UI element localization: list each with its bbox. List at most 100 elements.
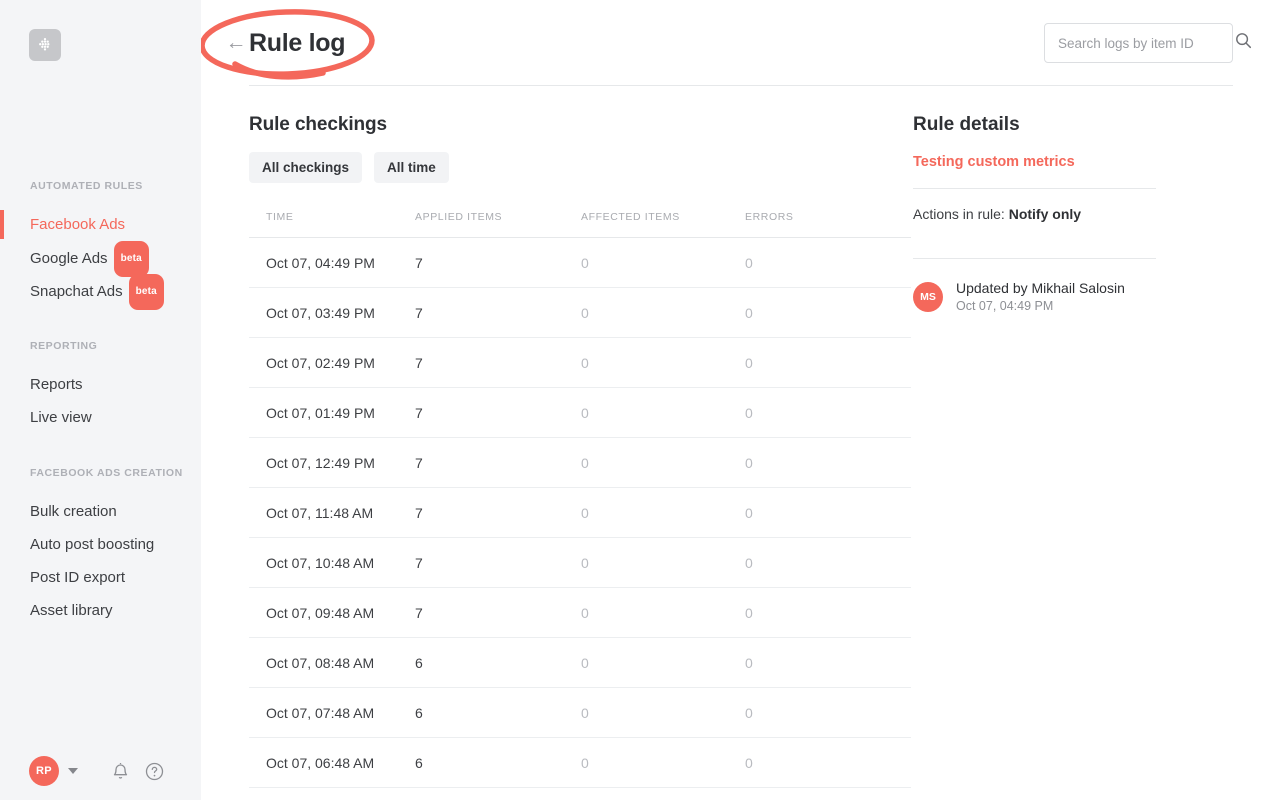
cell-applied-items: 7 <box>415 588 581 638</box>
cell-time: Oct 07, 04:49 PM <box>249 238 415 288</box>
beta-badge: beta <box>129 274 164 310</box>
sidebar-section-title-facebook-ads-creation: FACEBOOK ADS CREATION <box>0 467 201 479</box>
sidebar-item-label: Reports <box>30 376 83 393</box>
cell-applied-items: 7 <box>415 338 581 388</box>
cell-affected-items: 0 <box>581 388 745 438</box>
cell-applied-items: 7 <box>415 538 581 588</box>
sidebar-item-label: Asset library <box>30 602 113 619</box>
table-row[interactable]: Oct 07, 09:48 AM700 <box>249 588 911 638</box>
sidebar-item-live-view[interactable]: Live view <box>0 401 201 434</box>
updated-by-row: MS Updated by Mikhail Salosin Oct 07, 04… <box>913 259 1223 315</box>
table-row[interactable]: Oct 07, 06:48 AM600 <box>249 738 911 788</box>
actions-in-rule-row: Actions in rule: Notify only <box>913 189 1223 240</box>
table-row[interactable]: Oct 07, 07:48 AM600 <box>249 688 911 738</box>
cell-applied-items: 7 <box>415 488 581 538</box>
sidebar-item-google-ads[interactable]: Google Adsbeta <box>0 241 201 274</box>
search-input[interactable] <box>1058 36 1235 51</box>
main-area: ← Rule log Rule checkings All checkings <box>201 0 1280 800</box>
rule-details-title: Rule details <box>913 114 1223 136</box>
cell-applied-items: 7 <box>415 438 581 488</box>
sidebar-group-reporting: REPORTING Reports Live view <box>0 340 201 434</box>
cell-errors: 0 <box>745 538 911 588</box>
actions-in-rule-label: Actions in rule: <box>913 206 1005 222</box>
cell-errors: 0 <box>745 638 911 688</box>
cell-affected-items: 0 <box>581 538 745 588</box>
cell-affected-items: 0 <box>581 588 745 638</box>
cell-affected-items: 0 <box>581 738 745 788</box>
cell-affected-items: 0 <box>581 488 745 538</box>
cell-time: Oct 07, 03:49 PM <box>249 288 415 338</box>
bell-icon[interactable] <box>112 762 129 781</box>
cell-errors: 0 <box>745 488 911 538</box>
cell-time: Oct 07, 10:48 AM <box>249 538 415 588</box>
cell-time: Oct 07, 09:48 AM <box>249 588 415 638</box>
cell-affected-items: 0 <box>581 338 745 388</box>
sidebar-item-post-id-export[interactable]: Post ID export <box>0 561 201 594</box>
updated-by-text-group: Updated by Mikhail Salosin Oct 07, 04:49… <box>956 279 1125 315</box>
cell-affected-items: 0 <box>581 688 745 738</box>
cell-errors: 0 <box>745 738 911 788</box>
sidebar-item-facebook-ads[interactable]: Facebook Ads <box>0 208 201 241</box>
question-circle-icon[interactable] <box>145 762 164 781</box>
beta-badge: beta <box>114 241 149 277</box>
table-row[interactable]: Oct 07, 01:49 PM700 <box>249 388 911 438</box>
sidebar-item-asset-library[interactable]: Asset library <box>0 594 201 627</box>
sidebar-group-automated-rules: AUTOMATED RULES Facebook Ads Google Adsb… <box>0 180 201 307</box>
filter-chip-group: All checkings All time <box>249 152 913 183</box>
cell-time: Oct 07, 07:48 AM <box>249 688 415 738</box>
cell-time: Oct 07, 06:48 AM <box>249 738 415 788</box>
sidebar-item-bulk-creation[interactable]: Bulk creation <box>0 495 201 528</box>
rule-checkings-table: TIME APPLIED ITEMS AFFECTED ITEMS ERRORS… <box>249 211 911 788</box>
cell-errors: 0 <box>745 338 911 388</box>
cell-time: Oct 07, 12:49 PM <box>249 438 415 488</box>
filter-chip-all-time[interactable]: All time <box>374 152 449 183</box>
cell-applied-items: 6 <box>415 688 581 738</box>
sidebar-item-label: Live view <box>30 409 92 426</box>
sidebar-item-snapchat-ads[interactable]: Snapchat Adsbeta <box>0 274 201 307</box>
table-row[interactable]: Oct 07, 11:48 AM700 <box>249 488 911 538</box>
cell-time: Oct 07, 11:48 AM <box>249 488 415 538</box>
table-header-row: TIME APPLIED ITEMS AFFECTED ITEMS ERRORS <box>249 211 911 238</box>
sidebar-item-auto-post-boosting[interactable]: Auto post boosting <box>0 528 201 561</box>
sidebar-item-label: Post ID export <box>30 569 125 586</box>
table-row[interactable]: Oct 07, 02:49 PM700 <box>249 338 911 388</box>
search-icon[interactable] <box>1235 32 1252 54</box>
cell-time: Oct 07, 08:48 AM <box>249 638 415 688</box>
actions-in-rule-value: Notify only <box>1009 206 1081 222</box>
cell-errors: 0 <box>745 238 911 288</box>
rule-name-link[interactable]: Testing custom metrics <box>913 154 1223 170</box>
table-row[interactable]: Oct 07, 08:48 AM600 <box>249 638 911 688</box>
user-avatar[interactable]: RP <box>29 756 59 786</box>
table-row[interactable]: Oct 07, 12:49 PM700 <box>249 438 911 488</box>
content-area: Rule checkings All checkings All time TI… <box>201 86 1280 788</box>
rule-details-panel: Rule details Testing custom metrics Acti… <box>913 86 1223 788</box>
table-row[interactable]: Oct 07, 10:48 AM700 <box>249 538 911 588</box>
rule-checkings-panel: Rule checkings All checkings All time TI… <box>201 86 913 788</box>
cell-applied-items: 6 <box>415 638 581 688</box>
arrow-left-icon[interactable]: ← <box>225 32 247 53</box>
pineapple-logo-icon <box>36 36 54 54</box>
section-title-rule-checkings: Rule checkings <box>249 114 913 136</box>
cell-applied-items: 7 <box>415 288 581 338</box>
table-body: Oct 07, 04:49 PM700Oct 07, 03:49 PM700Oc… <box>249 238 911 788</box>
cell-time: Oct 07, 02:49 PM <box>249 338 415 388</box>
table-row[interactable]: Oct 07, 03:49 PM700 <box>249 288 911 338</box>
sidebar-item-reports[interactable]: Reports <box>0 368 201 401</box>
app-root: AUTOMATED RULES Facebook Ads Google Adsb… <box>0 0 1280 800</box>
cell-affected-items: 0 <box>581 238 745 288</box>
avatar: MS <box>913 282 943 312</box>
caret-down-icon[interactable] <box>68 768 78 774</box>
sidebar: AUTOMATED RULES Facebook Ads Google Adsb… <box>0 0 201 800</box>
table-row[interactable]: Oct 07, 04:49 PM700 <box>249 238 911 288</box>
sidebar-group-facebook-ads-creation: FACEBOOK ADS CREATION Bulk creation Auto… <box>0 467 201 627</box>
filter-chip-all-checkings[interactable]: All checkings <box>249 152 362 183</box>
cell-applied-items: 7 <box>415 238 581 288</box>
top-bar: ← Rule log <box>201 0 1280 86</box>
cell-errors: 0 <box>745 588 911 638</box>
search-box[interactable] <box>1044 23 1233 63</box>
cell-errors: 0 <box>745 438 911 488</box>
app-logo[interactable] <box>29 29 61 61</box>
column-header-affected-items: AFFECTED ITEMS <box>581 211 745 238</box>
cell-errors: 0 <box>745 288 911 338</box>
cell-affected-items: 0 <box>581 288 745 338</box>
